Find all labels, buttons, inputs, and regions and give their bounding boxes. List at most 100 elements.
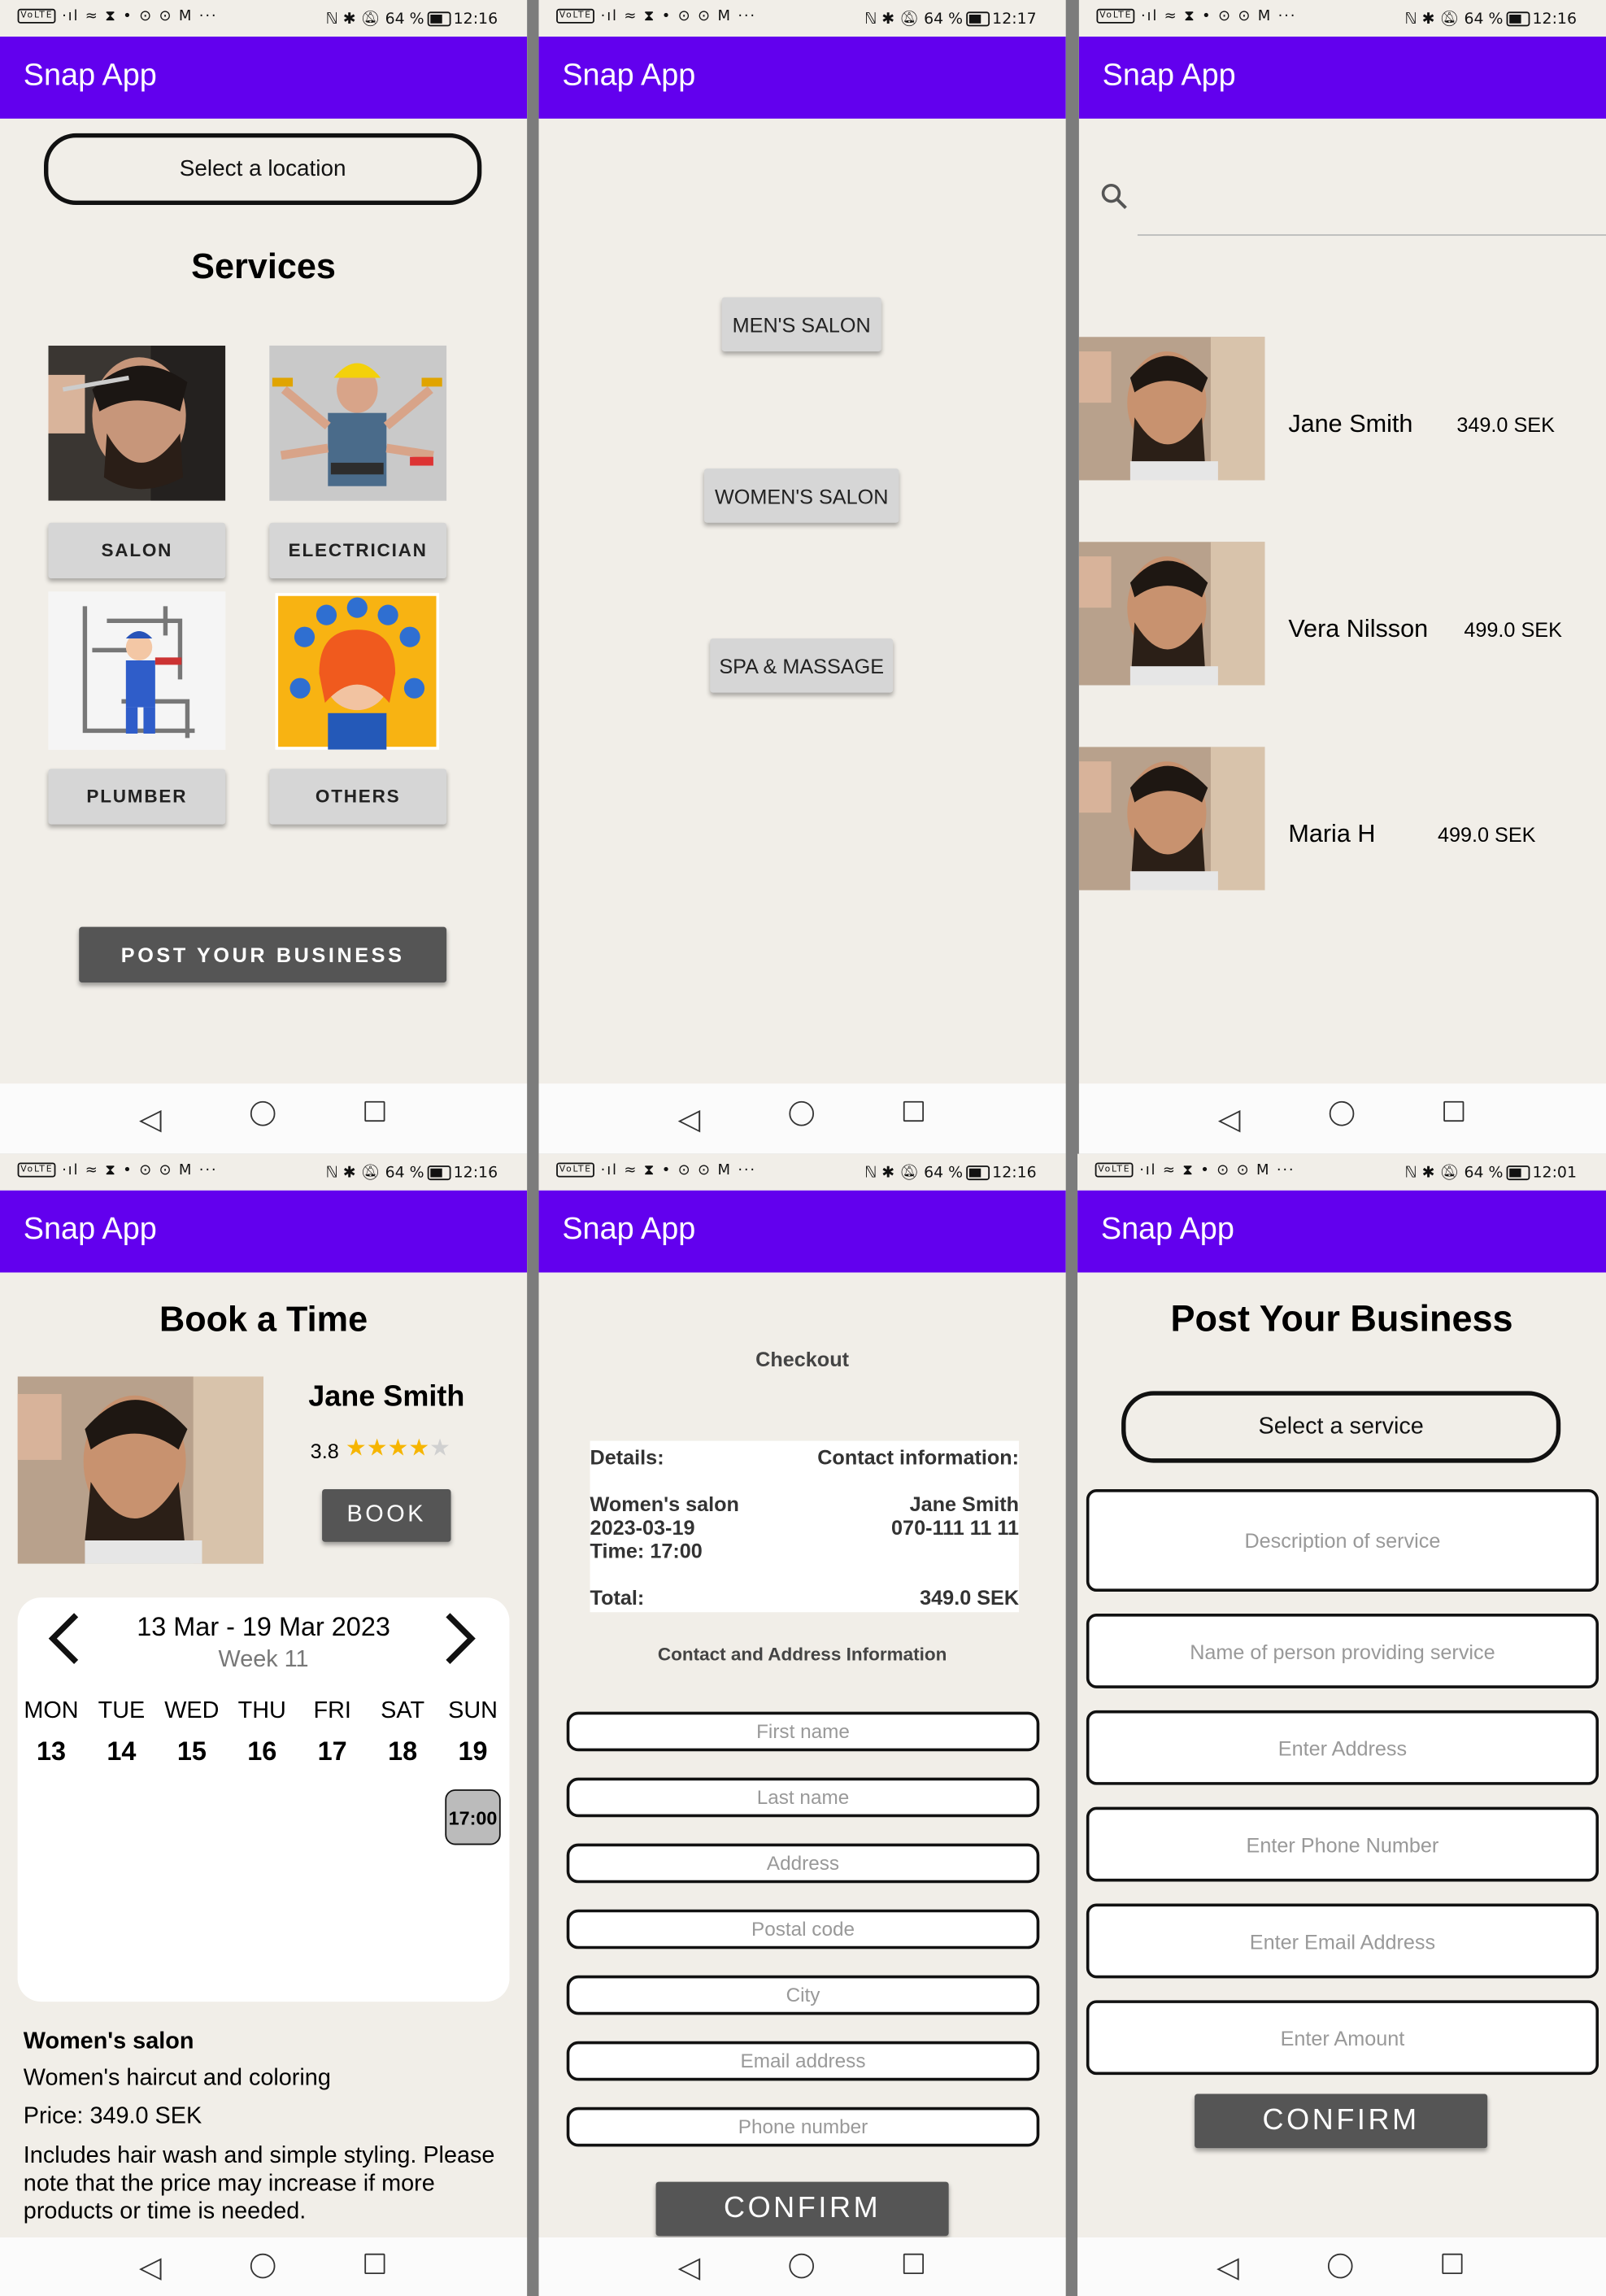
date-number[interactable]: 13 — [18, 1736, 85, 1767]
home-icon[interactable] — [789, 2253, 815, 2279]
back-icon[interactable]: ◁ — [1218, 1101, 1241, 1136]
back-icon[interactable]: ◁ — [678, 1101, 701, 1136]
back-icon[interactable]: ◁ — [139, 1101, 162, 1136]
services-heading: Services — [191, 247, 336, 287]
recents-icon[interactable] — [364, 1100, 385, 1122]
battery-icon — [1506, 11, 1530, 27]
checkout-title: Checkout — [755, 1347, 850, 1371]
app-title: Snap App — [1100, 1212, 1234, 1247]
date-number[interactable]: 15 — [158, 1736, 225, 1767]
others-image[interactable] — [275, 593, 440, 750]
spa-massage-button[interactable]: SPA & MASSAGE — [710, 638, 894, 693]
back-icon[interactable]: ◁ — [139, 2249, 162, 2284]
checkout-field[interactable]: Postal code — [566, 1909, 1040, 1950]
date-number[interactable]: 19 — [439, 1736, 507, 1767]
recents-icon[interactable] — [903, 1100, 925, 1122]
salon-image[interactable] — [48, 345, 226, 501]
screen-book-time: VoLTE ·ıl ≈ ⧗ • ⊙ ⊙ M ··· ℕ ✱ 🔕︎ 64 % 12:1… — [0, 1153, 528, 2296]
time-slot-button[interactable]: 17:00 — [445, 1789, 501, 1845]
battery-icon — [965, 11, 990, 27]
others-button[interactable]: OTHERS — [269, 769, 447, 825]
business-field[interactable]: Name of person providing service — [1086, 1614, 1599, 1688]
plumber-button[interactable]: PLUMBER — [48, 769, 226, 825]
provider-price: 499.0 SEK — [1437, 822, 1536, 847]
day-label: TUE — [98, 1698, 146, 1724]
back-icon[interactable]: ◁ — [1216, 2249, 1239, 2284]
screen-checkout: VoLTE ·ıl ≈ ⧗ • ⊙ ⊙ M ··· ℕ ✱ 🔕︎ 64 % 12:1… — [538, 1153, 1066, 2296]
provider-photo — [1078, 747, 1265, 891]
chevron-right-icon[interactable] — [442, 1610, 481, 1674]
womens-salon-button[interactable]: WOMEN'S SALON — [703, 468, 899, 523]
screenshot-collage: VoLTE ·ıl ≈ ⧗ • ⊙ ⊙ M ··· ℕ ✱ 🔕︎ 64 % 12:1… — [0, 0, 1606, 2296]
app-bar: Snap App — [0, 1190, 528, 1273]
mens-salon-button[interactable]: MEN'S SALON — [721, 297, 881, 352]
business-field[interactable]: Description of service — [1086, 1488, 1599, 1592]
service-price: Price: 349.0 SEK — [23, 2104, 202, 2129]
checkout-field[interactable]: Last name — [566, 1777, 1040, 1818]
service-title: Women's salon — [23, 2029, 194, 2054]
order-summary: Details: Contact information: Women's sa… — [590, 1440, 1020, 1613]
business-field[interactable]: Enter Email Address — [1086, 1903, 1599, 1979]
system-nav-bar: ◁ — [0, 2237, 528, 2296]
electrician-image[interactable] — [269, 345, 447, 501]
business-field[interactable]: Enter Address — [1086, 1710, 1599, 1785]
home-icon[interactable] — [250, 1100, 276, 1126]
recents-icon[interactable] — [1443, 1100, 1465, 1122]
day-label: MON — [24, 1698, 79, 1724]
app-bar: Snap App — [1077, 1190, 1606, 1273]
electrician-button[interactable]: ELECTRICIAN — [269, 522, 447, 579]
checkout-field[interactable]: City — [566, 1975, 1040, 2015]
checkout-field[interactable]: First name — [566, 1711, 1040, 1752]
provider-photo — [1078, 542, 1265, 686]
home-icon[interactable] — [1327, 2253, 1353, 2279]
week-range: 13 Mar - 19 Mar 2023 — [137, 1612, 390, 1642]
app-bar: Snap App — [538, 1190, 1066, 1273]
business-field[interactable]: Enter Amount — [1086, 2000, 1599, 2076]
day-label: FRI — [313, 1698, 351, 1724]
book-button[interactable]: BOOK — [322, 1488, 451, 1542]
post-business-button[interactable]: POST YOUR BUSINESS — [79, 926, 447, 983]
back-icon[interactable]: ◁ — [678, 2249, 701, 2284]
checkout-field[interactable]: Email address — [566, 2041, 1040, 2081]
star-icon: ★ — [408, 1433, 430, 1462]
status-bar: VoLTE ·ıl ≈ ⧗ • ⊙ ⊙ M ··· ℕ ✱ 🔕︎ 64 % 12:1… — [538, 0, 1066, 37]
star-icon: ★ — [387, 1433, 409, 1462]
screen-providers: VoLTE ·ıl ≈ ⧗ • ⊙ ⊙ M ··· ℕ ✱ 🔕︎ 64 % 12:1… — [1078, 0, 1606, 1154]
provider-price: 349.0 SEK — [1456, 412, 1555, 437]
provider-row[interactable]: Vera Nilsson 499.0 SEK — [1078, 542, 1606, 686]
total-label: Total: — [590, 1585, 645, 1610]
checkout-field[interactable]: Phone number — [566, 2106, 1040, 2147]
screen-services: VoLTE ·ıl ≈ ⧗ • ⊙ ⊙ M ··· ℕ ✱ 🔕︎ 64 % 12:1… — [0, 0, 528, 1154]
confirm-button[interactable]: CONFIRM — [1195, 2093, 1488, 2149]
date-number[interactable]: 16 — [228, 1736, 296, 1767]
recents-icon[interactable] — [364, 2253, 385, 2274]
provider-row[interactable]: Jane Smith 349.0 SEK — [1078, 337, 1606, 481]
home-icon[interactable] — [789, 1100, 815, 1126]
date-number[interactable]: 14 — [88, 1736, 155, 1767]
confirm-button[interactable]: CONFIRM — [655, 2181, 949, 2237]
search-icon[interactable] — [1099, 181, 1129, 216]
day-label: SAT — [381, 1698, 425, 1724]
provider-photo — [17, 1376, 264, 1564]
business-field[interactable]: Enter Phone Number — [1086, 1806, 1599, 1882]
app-title: Snap App — [1102, 59, 1236, 93]
salon-button[interactable]: SALON — [48, 522, 226, 579]
battery-icon — [965, 1165, 990, 1181]
plumber-image[interactable] — [48, 591, 226, 750]
search-input[interactable] — [1137, 234, 1606, 236]
provider-row[interactable]: Maria H 499.0 SEK — [1078, 747, 1606, 891]
checkout-field[interactable]: Address — [566, 1843, 1040, 1884]
status-bar: VoLTE ·ıl ≈ ⧗ • ⊙ ⊙ M ··· ℕ ✱ 🔕︎ 64 % 12:0… — [1077, 1153, 1606, 1191]
home-icon[interactable] — [250, 2253, 276, 2279]
book-heading: Book a Time — [159, 1300, 368, 1340]
system-nav-bar: ◁ — [0, 1083, 528, 1154]
recents-icon[interactable] — [1442, 2253, 1463, 2274]
service-select[interactable]: Select a service — [1121, 1391, 1561, 1463]
home-icon[interactable] — [1329, 1100, 1355, 1126]
recents-icon[interactable] — [903, 2253, 925, 2274]
date-number[interactable]: 18 — [369, 1736, 437, 1767]
status-bar: VoLTE ·ıl ≈ ⧗ • ⊙ ⊙ M ··· ℕ ✱ 🔕︎ 64 % 12:1… — [0, 1153, 528, 1191]
date-number[interactable]: 17 — [298, 1736, 366, 1767]
provider-name: Jane Smith — [308, 1380, 465, 1414]
location-select[interactable]: Select a location — [44, 133, 482, 206]
